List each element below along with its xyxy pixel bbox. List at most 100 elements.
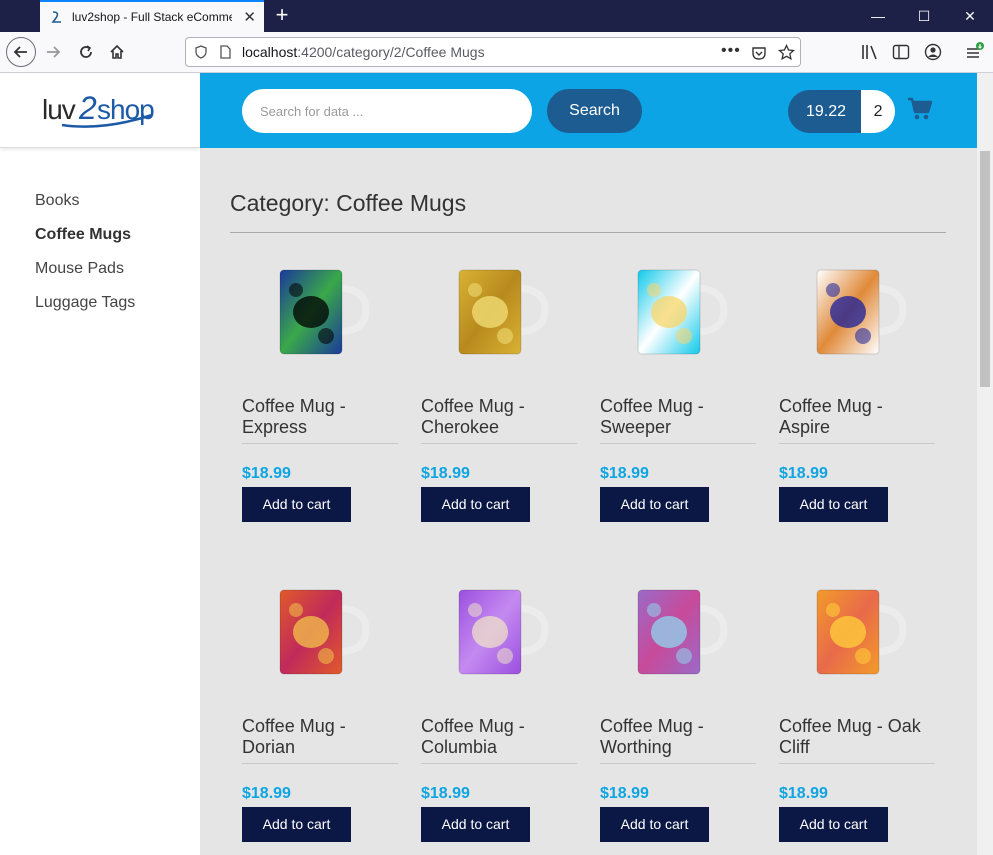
- product-name[interactable]: Coffee Mug - Columbia: [421, 716, 577, 758]
- product-name[interactable]: Coffee Mug - Sweeper: [600, 396, 756, 438]
- cart-total: 19.22: [788, 90, 862, 133]
- svg-text:2: 2: [78, 91, 97, 126]
- product-name[interactable]: Coffee Mug - Cherokee: [421, 396, 577, 438]
- product-image[interactable]: [811, 586, 911, 678]
- new-tab-icon[interactable]: +: [270, 3, 294, 27]
- product-image[interactable]: [274, 266, 374, 358]
- sidebar-item-mouse-pads[interactable]: Mouse Pads: [35, 257, 135, 291]
- back-button[interactable]: [6, 37, 36, 67]
- svg-text:luv: luv: [42, 94, 76, 125]
- add-to-cart-button[interactable]: Add to cart: [242, 487, 351, 522]
- product-price: $18.99: [779, 465, 828, 482]
- product-name[interactable]: Coffee Mug - Worthing: [600, 716, 756, 758]
- maximize-icon[interactable]: ☐: [901, 0, 947, 32]
- add-to-cart-button[interactable]: Add to cart: [421, 487, 530, 522]
- product-image[interactable]: [632, 586, 732, 678]
- sidebar-toggle-icon[interactable]: [891, 42, 911, 62]
- url-text: localhost:4200/category/2/Coffee Mugs: [242, 44, 485, 60]
- product-name[interactable]: Coffee Mug - Dorian: [242, 716, 398, 758]
- scrollbar-thumb[interactable]: [980, 151, 990, 387]
- back-arrow-icon: [6, 37, 36, 67]
- browser-titlebar: luv2shop - Full Stack eCommerce ✕ + — ☐ …: [0, 0, 993, 32]
- tab-close-icon[interactable]: ✕: [243, 8, 256, 26]
- forward-arrow-icon[interactable]: [38, 37, 68, 67]
- bookmark-star-icon[interactable]: [778, 44, 795, 61]
- product-price: $18.99: [421, 785, 470, 802]
- product-card: Coffee Mug - Columbia $18.99 Add to cart: [421, 586, 581, 846]
- add-to-cart-button[interactable]: Add to cart: [779, 807, 888, 842]
- add-to-cart-button[interactable]: Add to cart: [600, 807, 709, 842]
- product-card: Coffee Mug - Oak Cliff $18.99 Add to cart: [779, 586, 939, 846]
- add-to-cart-button[interactable]: Add to cart: [421, 807, 530, 842]
- address-bar[interactable]: localhost:4200/category/2/Coffee Mugs ••…: [185, 37, 801, 67]
- pocket-icon[interactable]: [751, 45, 767, 61]
- shield-icon[interactable]: [194, 45, 208, 59]
- tab-title: luv2shop - Full Stack eCommerce: [72, 10, 232, 24]
- product-image[interactable]: [811, 266, 911, 358]
- product-image[interactable]: [632, 266, 732, 358]
- product-divider: [421, 763, 577, 764]
- category-menu: Books Coffee Mugs Mouse Pads Luggage Tag…: [35, 189, 135, 325]
- minimize-icon[interactable]: —: [855, 0, 901, 32]
- product-card: Coffee Mug - Express $18.99 Add to cart: [242, 266, 402, 526]
- browser-navbar: localhost:4200/category/2/Coffee Mugs ••…: [0, 32, 993, 73]
- add-to-cart-button[interactable]: Add to cart: [600, 487, 709, 522]
- page-title: Category: Coffee Mugs: [230, 190, 467, 216]
- product-name[interactable]: Coffee Mug - Aspire: [779, 396, 935, 438]
- close-window-icon[interactable]: ✕: [947, 0, 993, 32]
- sidebar-item-books[interactable]: Books: [35, 189, 135, 223]
- logo-area: luv 2 shop: [0, 73, 200, 148]
- tab-favicon-icon: [51, 11, 61, 23]
- product-card: Coffee Mug - Dorian $18.99 Add to cart: [242, 586, 402, 846]
- url-host: localhost: [242, 44, 298, 60]
- reload-icon[interactable]: [71, 37, 101, 67]
- product-card: Coffee Mug - Cherokee $18.99 Add to cart: [421, 266, 581, 526]
- product-image[interactable]: [453, 266, 553, 358]
- product-price: $18.99: [421, 465, 470, 482]
- title-divider: [230, 232, 946, 233]
- sidebar-item-coffee-mugs[interactable]: Coffee Mugs: [35, 223, 135, 257]
- luv2shop-logo[interactable]: luv 2 shop: [42, 90, 160, 136]
- library-icon[interactable]: [860, 42, 880, 62]
- product-card: Coffee Mug - Worthing $18.99 Add to cart: [600, 586, 760, 846]
- home-icon[interactable]: [102, 37, 132, 67]
- product-divider: [421, 443, 577, 444]
- header: Search 19.22 2: [200, 73, 977, 148]
- vertical-scrollbar[interactable]: [977, 73, 993, 855]
- product-card: Coffee Mug - Aspire $18.99 Add to cart: [779, 266, 939, 526]
- product-divider: [779, 443, 935, 444]
- add-to-cart-button[interactable]: Add to cart: [242, 807, 351, 842]
- product-price: $18.99: [600, 465, 649, 482]
- browser-tab[interactable]: luv2shop - Full Stack eCommerce ✕: [40, 0, 264, 32]
- product-divider: [242, 443, 398, 444]
- page-actions-icon[interactable]: •••: [721, 42, 741, 60]
- sidebar-item-luggage-tags[interactable]: Luggage Tags: [35, 291, 135, 325]
- cart-status[interactable]: 19.22 2: [788, 90, 896, 133]
- product-name[interactable]: Coffee Mug - Oak Cliff: [779, 716, 935, 758]
- product-price: $18.99: [242, 465, 291, 482]
- add-to-cart-button[interactable]: Add to cart: [779, 487, 888, 522]
- page-icon[interactable]: [218, 45, 232, 59]
- product-card: Coffee Mug - Sweeper $18.99 Add to cart: [600, 266, 760, 526]
- product-name[interactable]: Coffee Mug - Express: [242, 396, 398, 438]
- product-divider: [600, 763, 756, 764]
- product-price: $18.99: [242, 785, 291, 802]
- search-input[interactable]: [242, 89, 532, 133]
- menu-icon[interactable]: [964, 42, 984, 62]
- url-path: :4200/category/2/Coffee Mugs: [297, 44, 485, 60]
- product-divider: [242, 763, 398, 764]
- search-button[interactable]: Search: [547, 89, 642, 133]
- page: luv 2 shop Books Coffee Mugs Mouse Pads …: [0, 73, 977, 855]
- main-content: Category: Coffee Mugs Coffee Mug - Expre…: [200, 148, 977, 855]
- account-icon[interactable]: [923, 42, 943, 62]
- product-image[interactable]: [274, 586, 374, 678]
- sidebar: luv 2 shop Books Coffee Mugs Mouse Pads …: [0, 73, 200, 855]
- product-divider: [779, 763, 935, 764]
- svg-text:shop: shop: [97, 94, 154, 125]
- product-divider: [600, 443, 756, 444]
- cart-quantity: 2: [861, 90, 896, 133]
- shopping-cart-icon[interactable]: [907, 97, 933, 126]
- product-image[interactable]: [453, 586, 553, 678]
- product-price: $18.99: [600, 785, 649, 802]
- product-price: $18.99: [779, 785, 828, 802]
